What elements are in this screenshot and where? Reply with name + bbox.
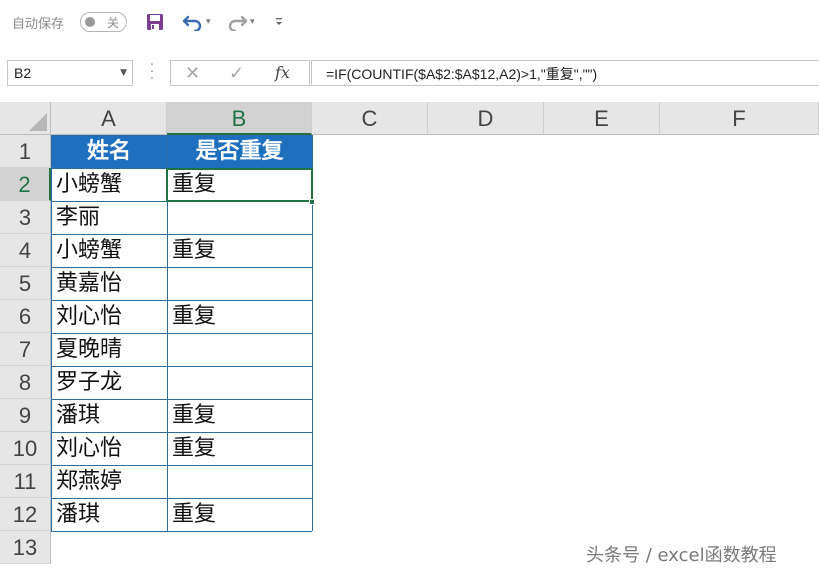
table-cell[interactable]: 重复 bbox=[167, 300, 312, 333]
table-cell[interactable] bbox=[167, 201, 312, 234]
row-header-11[interactable]: 11 bbox=[0, 465, 51, 498]
table-cell[interactable]: 李丽 bbox=[51, 201, 167, 234]
insert-function-button[interactable]: fx bbox=[275, 63, 290, 82]
table-gridline bbox=[51, 135, 52, 531]
row-header-3[interactable]: 3 bbox=[0, 201, 51, 234]
column-header-A[interactable]: A bbox=[51, 102, 167, 135]
formula-text: =IF(COUNTIF($A$2:$A$12,A2)>1,"重复","") bbox=[326, 66, 598, 82]
column-header-B[interactable]: B bbox=[167, 102, 312, 135]
table-gridline bbox=[51, 267, 312, 268]
table-gridline bbox=[51, 432, 312, 433]
select-all-icon bbox=[29, 113, 47, 131]
table-cell[interactable]: 郑燕婷 bbox=[51, 465, 167, 498]
autosave-state: 关 bbox=[107, 16, 120, 30]
row-header-2[interactable]: 2 bbox=[0, 168, 51, 201]
column-header-C[interactable]: C bbox=[312, 102, 428, 135]
autosave-toggle[interactable]: 关 bbox=[80, 12, 127, 32]
column-header-E[interactable]: E bbox=[544, 102, 660, 135]
undo-icon bbox=[182, 15, 202, 31]
autosave-label: 自动保存 bbox=[12, 17, 65, 32]
table-gridline bbox=[51, 135, 312, 136]
formula-tools: ✕ ✓ fx bbox=[170, 60, 310, 86]
table-cell[interactable]: 小螃蟹 bbox=[51, 168, 167, 201]
row-header-12[interactable]: 12 bbox=[0, 498, 51, 531]
row-header-5[interactable]: 5 bbox=[0, 267, 51, 300]
row-header-9[interactable]: 9 bbox=[0, 399, 51, 432]
toggle-knob bbox=[85, 17, 95, 27]
table-cell[interactable]: 刘心怡 bbox=[51, 300, 167, 333]
table-cell[interactable] bbox=[167, 333, 312, 366]
table-cell[interactable]: 小螃蟹 bbox=[51, 234, 167, 267]
name-box[interactable]: B2 ▼ bbox=[7, 60, 133, 86]
table-cell[interactable] bbox=[167, 366, 312, 399]
table-gridline bbox=[51, 333, 312, 334]
quick-access-toolbar: 自动保存 关 ▾ ▾ bbox=[0, 0, 819, 44]
customize-toolbar-button[interactable] bbox=[274, 10, 284, 34]
table-cell[interactable]: 刘心怡 bbox=[51, 432, 167, 465]
table-cell[interactable]: 潘琪 bbox=[51, 399, 167, 432]
row-header-13[interactable]: 13 bbox=[0, 531, 51, 564]
undo-button[interactable]: ▾ bbox=[182, 10, 211, 34]
spreadsheet-grid[interactable]: ABCDEF 1 2 3 4 5 6 7 8 9 10 11 12 13 姓名 是否重复 小螃蟹 重复 李丽 小螃… bbox=[0, 102, 819, 573]
name-box-value: B2 bbox=[14, 65, 32, 81]
table-gridline bbox=[51, 498, 312, 499]
table-gridline bbox=[51, 399, 312, 400]
column-header-D[interactable]: D bbox=[428, 102, 544, 135]
table-gridline bbox=[51, 300, 312, 301]
table-cell[interactable]: 罗子龙 bbox=[51, 366, 167, 399]
watermark: 头条号 / excel函数教程 bbox=[586, 545, 777, 566]
active-cell-border bbox=[166, 168, 313, 202]
enter-icon[interactable]: ✓ bbox=[229, 63, 244, 84]
formula-bar-grip-icon[interactable]: · · · bbox=[148, 58, 156, 86]
table-header-cell[interactable]: 是否重复 bbox=[167, 135, 312, 168]
name-box-dropdown-icon[interactable]: ▼ bbox=[120, 68, 127, 78]
table-gridline bbox=[51, 366, 312, 367]
table-header-cell[interactable]: 姓名 bbox=[51, 135, 167, 168]
formula-bar: B2 ▼ · · · ✕ ✓ fx =IF(COUNTIF($A$2:$A$12,A… bbox=[0, 50, 819, 96]
table-cell[interactable]: 重复 bbox=[167, 498, 312, 531]
table-gridline bbox=[51, 234, 312, 235]
undo-dropdown-icon[interactable]: ▾ bbox=[206, 17, 211, 27]
row-header-8[interactable]: 8 bbox=[0, 366, 51, 399]
table-cell[interactable] bbox=[167, 465, 312, 498]
table-gridline bbox=[51, 465, 312, 466]
redo-dropdown-icon[interactable]: ▾ bbox=[250, 17, 255, 27]
cancel-icon[interactable]: ✕ bbox=[185, 63, 200, 84]
row-header-10[interactable]: 10 bbox=[0, 432, 51, 465]
table-cell[interactable]: 黄嘉怡 bbox=[51, 267, 167, 300]
customize-icon bbox=[276, 18, 282, 25]
row-header-1[interactable]: 1 bbox=[0, 135, 51, 168]
table-cell[interactable]: 重复 bbox=[167, 399, 312, 432]
select-all-button[interactable] bbox=[0, 102, 51, 135]
table-cell[interactable]: 重复 bbox=[167, 234, 312, 267]
redo-icon bbox=[228, 15, 248, 31]
table-cell[interactable]: 夏晚晴 bbox=[51, 333, 167, 366]
save-icon bbox=[147, 14, 163, 30]
row-header-4[interactable]: 4 bbox=[0, 234, 51, 267]
row-header-6[interactable]: 6 bbox=[0, 300, 51, 333]
table-cell[interactable]: 潘琪 bbox=[51, 498, 167, 531]
formula-input[interactable]: =IF(COUNTIF($A$2:$A$12,A2)>1,"重复","") bbox=[311, 60, 819, 86]
save-button[interactable] bbox=[146, 10, 164, 34]
row-header-7[interactable]: 7 bbox=[0, 333, 51, 366]
table-cell[interactable]: 重复 bbox=[167, 432, 312, 465]
table-gridline bbox=[51, 531, 312, 532]
redo-button[interactable]: ▾ bbox=[226, 10, 255, 34]
column-header-F[interactable]: F bbox=[660, 102, 819, 135]
fill-handle[interactable] bbox=[309, 199, 315, 205]
table-cell[interactable] bbox=[167, 267, 312, 300]
